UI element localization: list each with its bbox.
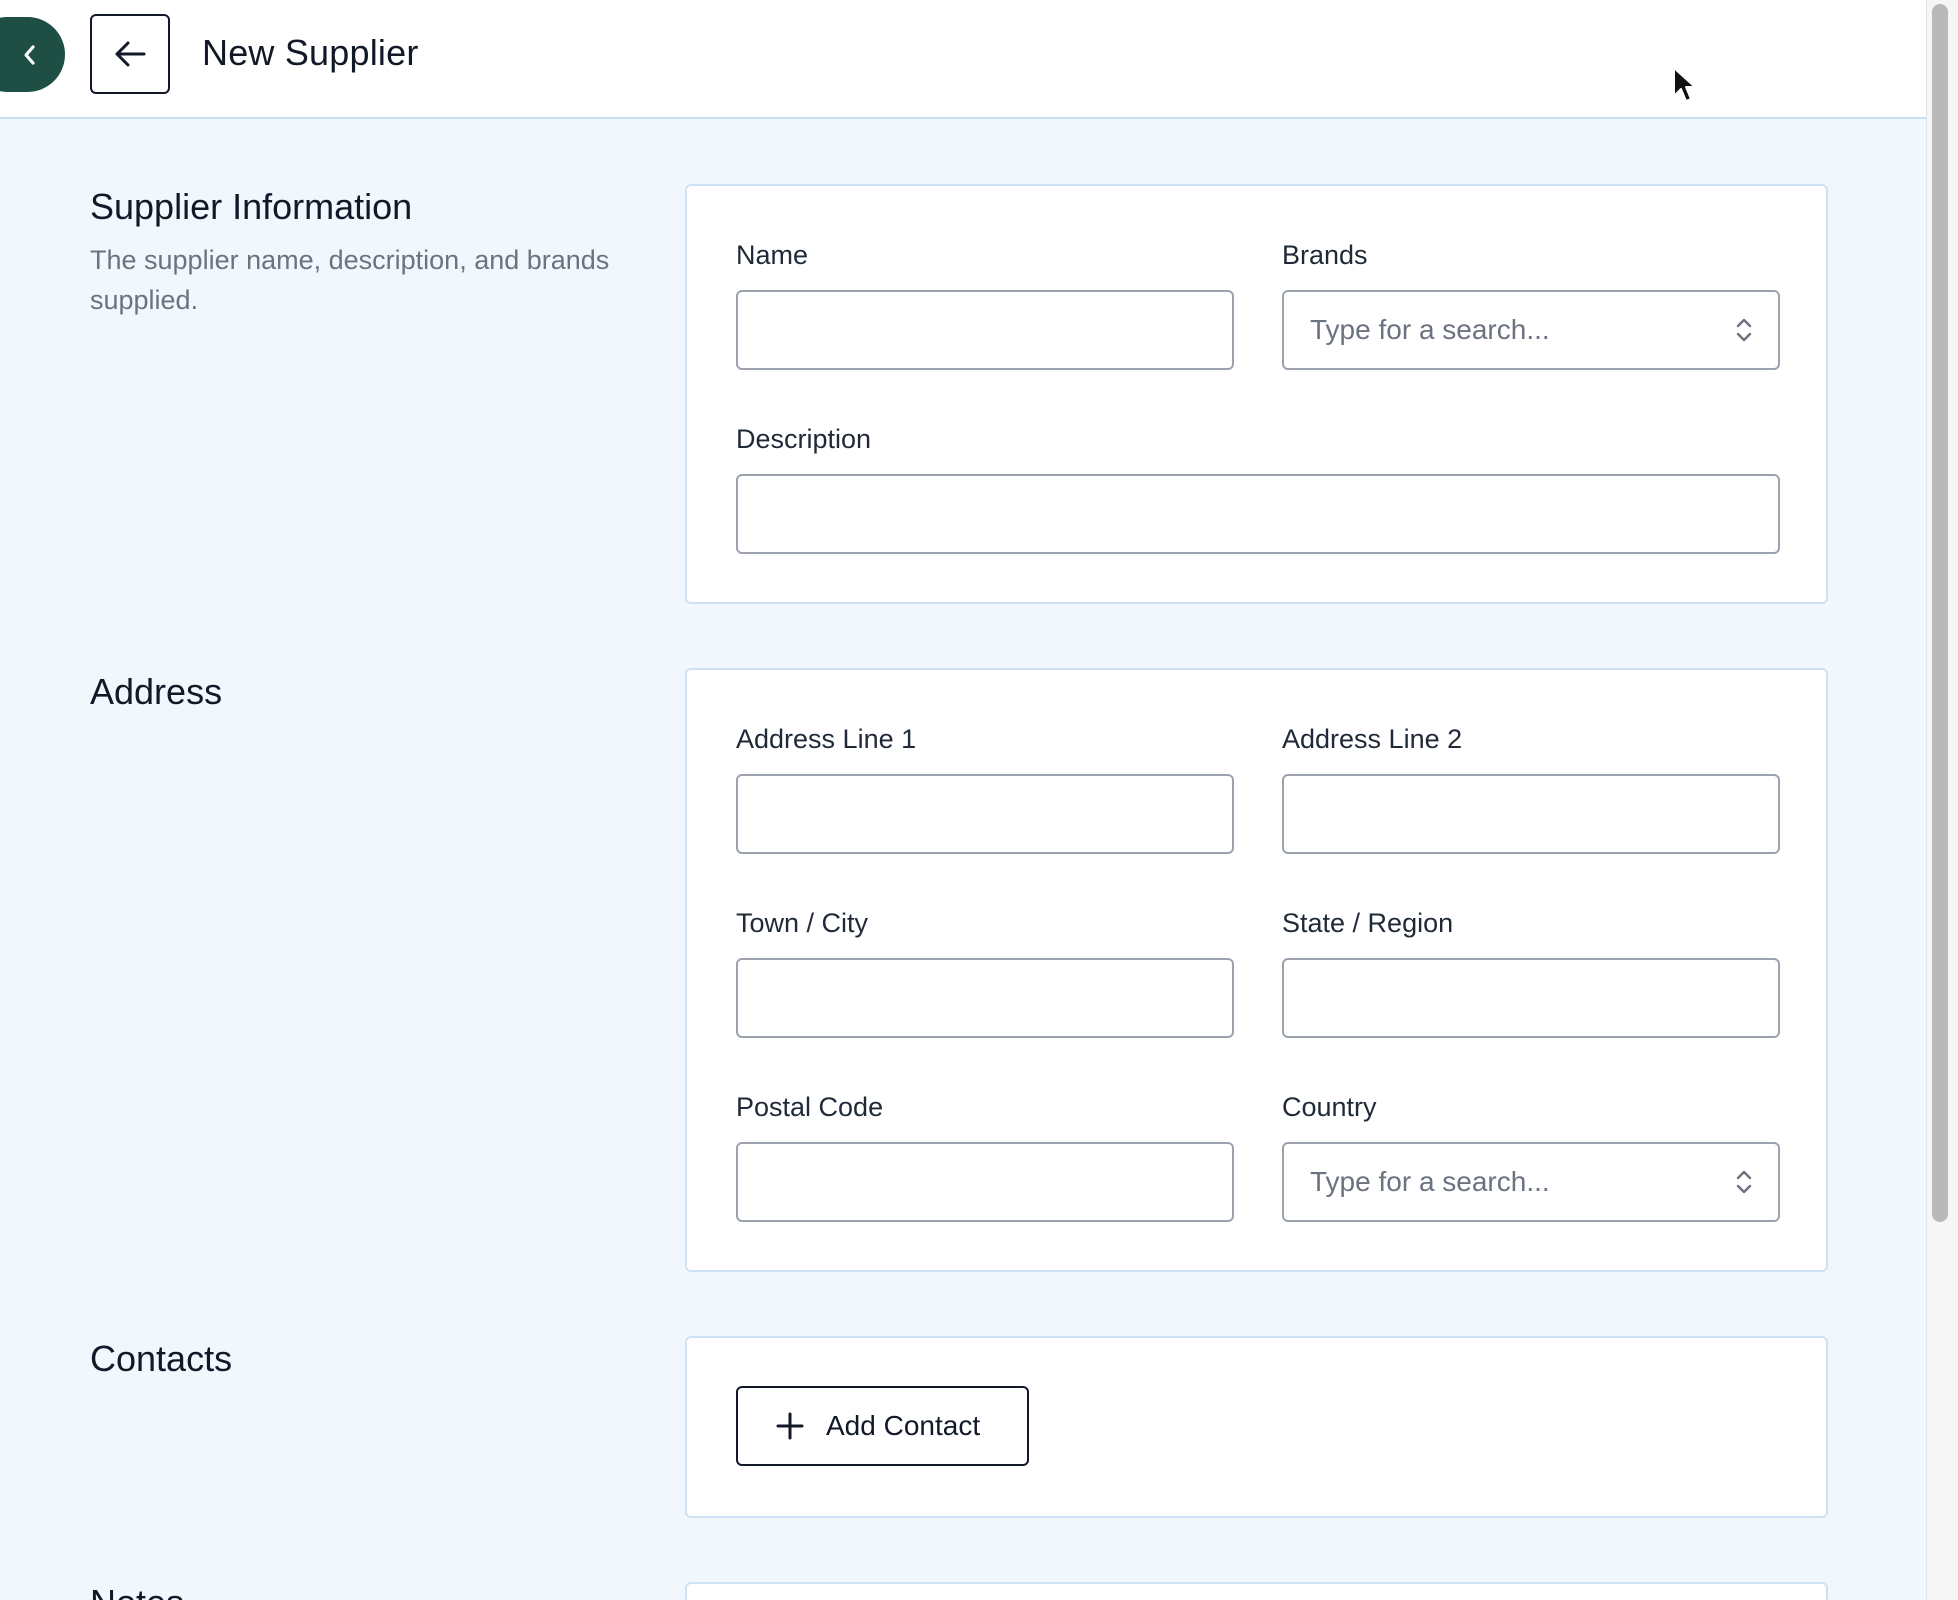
address-card: Address Line 1 Address Line 2 Town / Cit… xyxy=(685,668,1828,1272)
arrow-left-icon xyxy=(115,41,146,67)
chevron-left-icon xyxy=(24,44,35,65)
page-title: New Supplier xyxy=(202,32,419,73)
brands-label: Brands xyxy=(1282,240,1368,270)
notes-title: Notes xyxy=(90,1582,184,1600)
plus-icon xyxy=(776,1412,804,1440)
postal-code-label: Postal Code xyxy=(736,1092,884,1122)
description-label: Description xyxy=(736,424,872,454)
state-region-label: State / Region xyxy=(1282,908,1454,938)
supplier-information-description: The supplier name, description, and bran… xyxy=(90,245,610,315)
postal-code-input[interactable] xyxy=(736,1142,1234,1222)
add-contact-button[interactable]: Add Contact xyxy=(736,1386,1029,1466)
country-select[interactable] xyxy=(1282,1142,1780,1222)
address-title: Address xyxy=(90,671,223,712)
contacts-title: Contacts xyxy=(90,1338,233,1379)
app-window: New Supplier Supplier Information The su… xyxy=(0,0,1958,1600)
brands-select[interactable] xyxy=(1282,290,1780,370)
country-search-input[interactable] xyxy=(1282,1142,1780,1222)
state-region-input[interactable] xyxy=(1282,958,1780,1038)
brands-search-input[interactable] xyxy=(1282,290,1780,370)
country-label: Country xyxy=(1282,1092,1377,1122)
scrollbar-thumb[interactable] xyxy=(1932,4,1948,1222)
address-line-1-input[interactable] xyxy=(736,774,1234,854)
supplier-information-card: Name Brands Description xyxy=(685,184,1828,604)
town-city-input[interactable] xyxy=(736,958,1234,1038)
page-header: New Supplier xyxy=(0,0,1926,119)
contacts-card: Add Contact xyxy=(685,1336,1828,1518)
name-input[interactable] xyxy=(736,290,1234,370)
address-line-1-label: Address Line 1 xyxy=(736,724,917,754)
back-button[interactable] xyxy=(90,14,170,94)
address-line-2-input[interactable] xyxy=(1282,774,1780,854)
add-contact-label: Add Contact xyxy=(826,1410,981,1441)
supplier-information-title: Supplier Information xyxy=(90,186,413,227)
name-label: Name xyxy=(736,240,809,270)
description-input[interactable] xyxy=(736,474,1780,554)
town-city-label: Town / City xyxy=(736,908,869,938)
notes-card xyxy=(685,1582,1828,1600)
sidebar-toggle-button[interactable] xyxy=(0,17,65,92)
address-line-2-label: Address Line 2 xyxy=(1282,724,1463,754)
mouse-pointer-icon xyxy=(1673,67,1696,102)
